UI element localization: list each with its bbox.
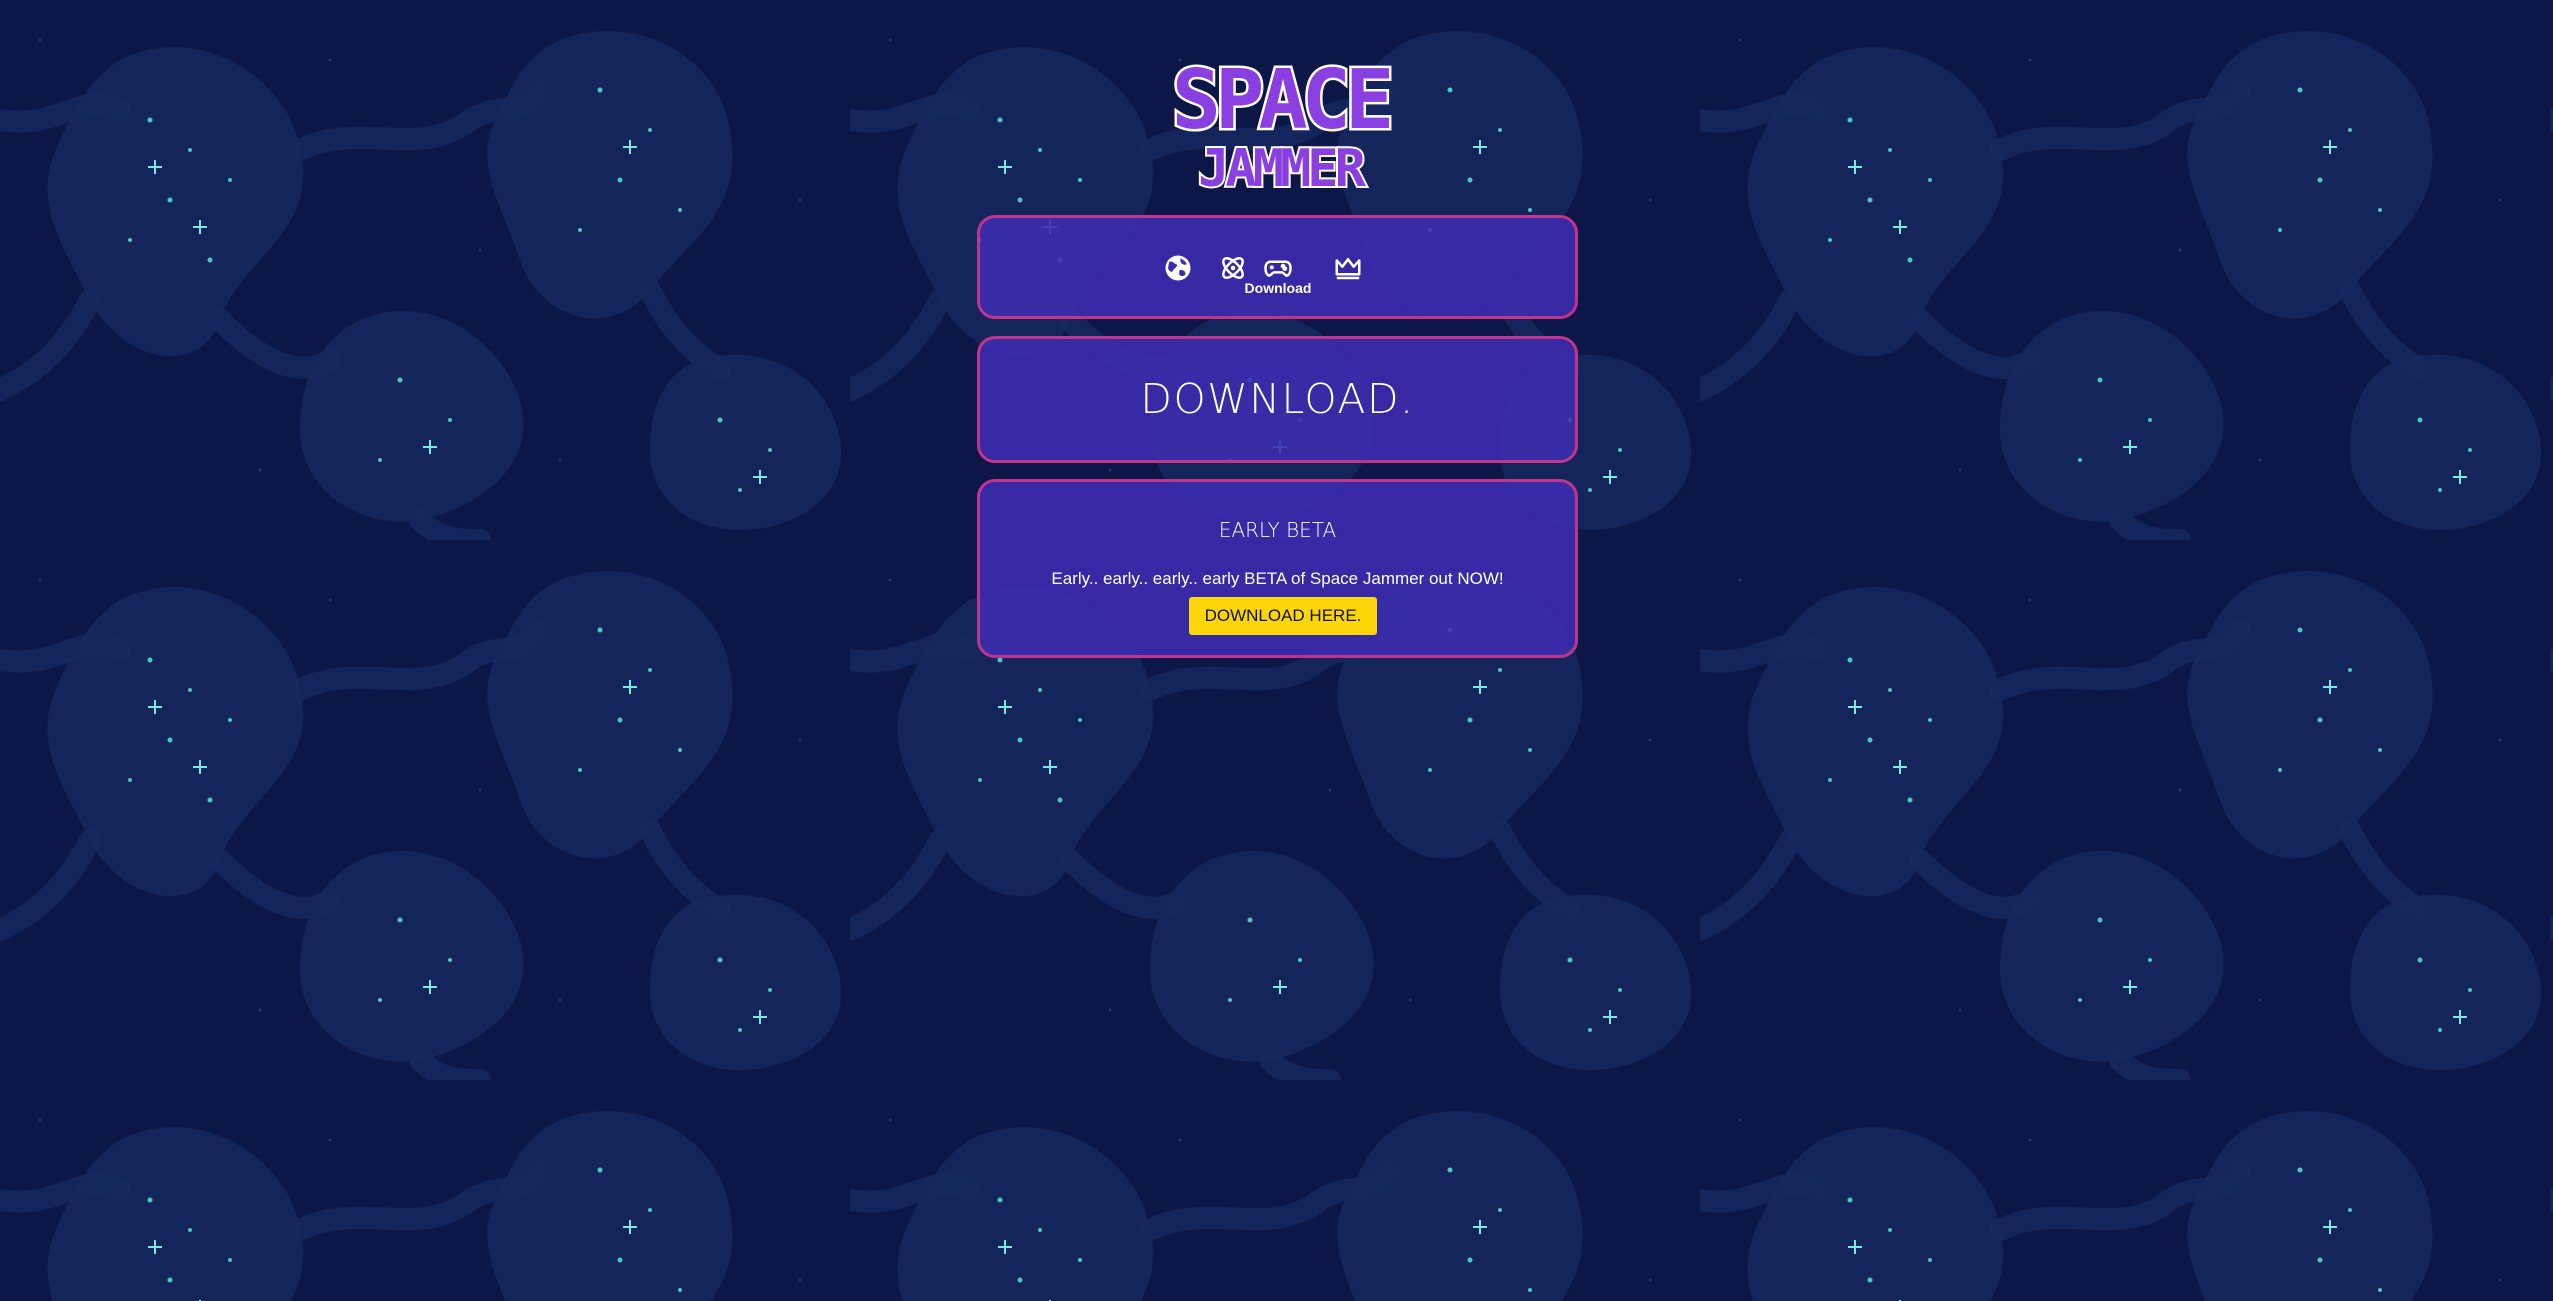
svg-text:JAMMER: JAMMER	[1198, 139, 1367, 196]
atom-icon	[1222, 257, 1244, 279]
beta-title: EARLY BETA	[1218, 518, 1337, 542]
nav-panel: Download	[977, 215, 1578, 319]
crown-icon	[1335, 258, 1361, 280]
nav-item-crown[interactable]	[1328, 248, 1368, 288]
nav-item-globe[interactable]	[1158, 248, 1198, 288]
page-title: DOWNLOAD.	[1140, 375, 1415, 423]
globe-icon	[1165, 255, 1191, 281]
gamepad-icon	[1264, 260, 1292, 277]
svg-text:SPACE: SPACE	[1172, 53, 1389, 148]
download-button[interactable]: DOWNLOAD HERE.	[1189, 597, 1377, 635]
beta-description: Early.. early.. early.. early BETA of Sp…	[1051, 569, 1504, 588]
nav-item-label: Download	[1244, 280, 1312, 296]
space-jammer-logo: SPACE JAMMER	[1169, 51, 1397, 197]
main-nav: Download	[980, 218, 1575, 316]
page-title-panel: DOWNLOAD.	[977, 336, 1578, 463]
early-beta-panel: EARLY BETA Early.. early.. early.. early…	[977, 479, 1578, 658]
